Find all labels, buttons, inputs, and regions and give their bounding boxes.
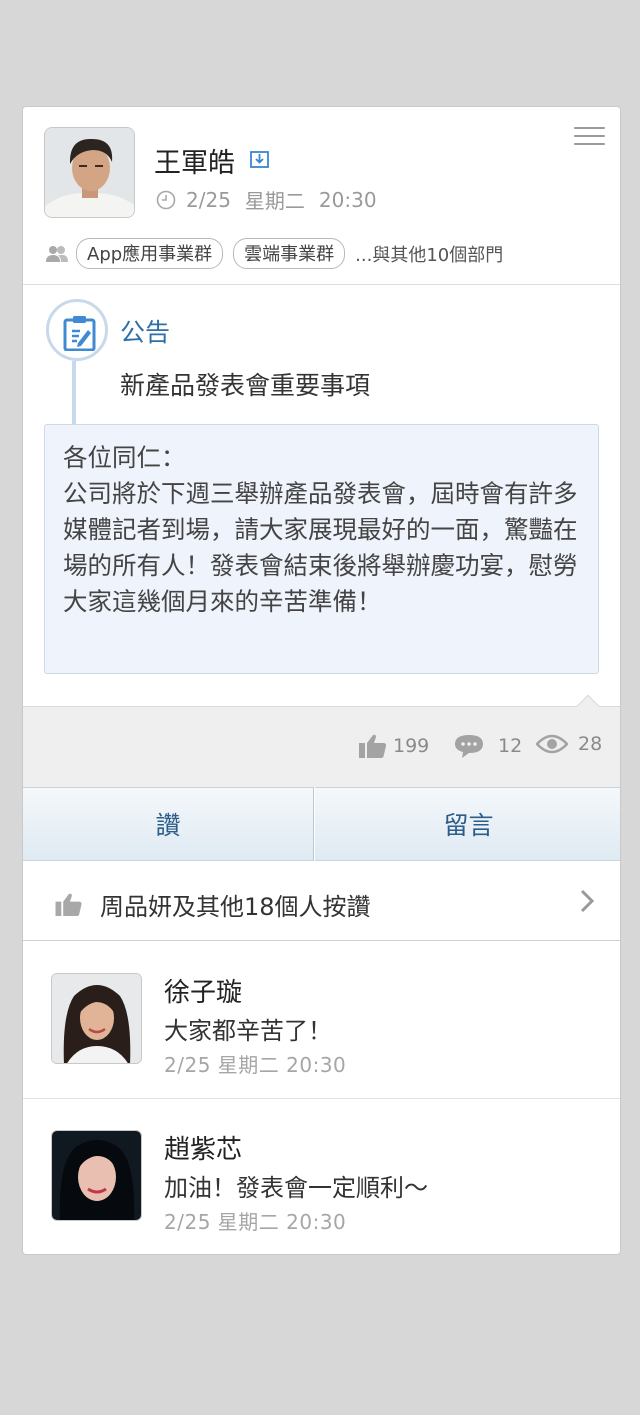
comment-timestamp: 2/25 星期二 20:30: [164, 1053, 347, 1077]
commenter-name[interactable]: 徐子璇: [164, 972, 242, 1009]
view-count-value: 28: [578, 733, 603, 755]
department-tag[interactable]: 雲端事業群: [233, 238, 346, 269]
comment-item: 徐子璇 大家都辛苦了！ 2/25 星期二 20:30: [23, 942, 620, 1098]
view-count: 28: [536, 733, 602, 755]
stats-pointer: [576, 694, 600, 718]
announcement-connector: [72, 361, 76, 425]
like-count: 199: [358, 733, 429, 759]
likers-summary[interactable]: 周品妍及其他18個人按讚: [23, 861, 620, 941]
chevron-right-icon: [580, 889, 595, 913]
commenter-name[interactable]: 趙紫芯: [164, 1129, 242, 1166]
comment-item: 趙紫芯 加油！發表會一定順利～ 2/25 星期二 20:30: [23, 1098, 620, 1254]
clipboard-icon: [63, 316, 96, 351]
clock-icon: [156, 190, 176, 209]
like-count-value: 199: [393, 735, 430, 757]
announcement-label: 公告: [120, 318, 171, 347]
comment-count-value: 12: [498, 735, 523, 757]
announcement-title: 新產品發表會重要事項: [120, 371, 371, 400]
commenter-avatar[interactable]: [51, 1130, 142, 1221]
department-tags: App應用事業群 雲端事業群 ...與其他10個部門: [46, 238, 503, 269]
download-icon[interactable]: [250, 149, 269, 168]
author-avatar[interactable]: [44, 127, 135, 218]
announcement-body: 各位同仁： 公司將於下週三舉辦產品發表會，屆時會有許多媒體記者到場，請大家展現最…: [44, 424, 599, 674]
stats-bar: 199 12 28: [23, 694, 620, 787]
comment-button[interactable]: 留言: [315, 787, 620, 861]
post-card: 王軍皓 2/25 星期二 20:30 App應用事業群 雲端事業群 ...與其他…: [22, 106, 621, 1255]
post-date: 2/25: [186, 187, 231, 212]
post-timestamp: 2/25 星期二 20:30: [156, 185, 377, 214]
like-button[interactable]: 讚: [23, 787, 314, 861]
divider: [23, 284, 620, 285]
comment-text: 大家都辛苦了！: [164, 1017, 332, 1045]
eye-icon: [536, 734, 568, 754]
post-time: 20:30: [318, 187, 377, 212]
comment-count: 12: [454, 733, 522, 759]
comment-timestamp: 2/25 星期二 20:30: [164, 1210, 347, 1234]
post-weekday: 星期二: [244, 189, 305, 213]
comment-icon: [455, 735, 483, 758]
thumbs-up-icon: [359, 734, 387, 758]
commenter-avatar[interactable]: [51, 973, 142, 1064]
more-departments-link[interactable]: ...與其他10個部門: [355, 241, 503, 267]
department-tag[interactable]: App應用事業群: [76, 238, 224, 269]
announcement-badge: [46, 299, 108, 361]
group-icon: [46, 245, 68, 262]
menu-icon[interactable]: [574, 127, 605, 147]
comment-text: 加油！發表會一定順利～: [164, 1174, 428, 1202]
likers-text: 周品妍及其他18個人按讚: [100, 893, 371, 921]
author-name[interactable]: 王軍皓: [154, 141, 235, 180]
thumbs-up-icon: [55, 893, 82, 917]
